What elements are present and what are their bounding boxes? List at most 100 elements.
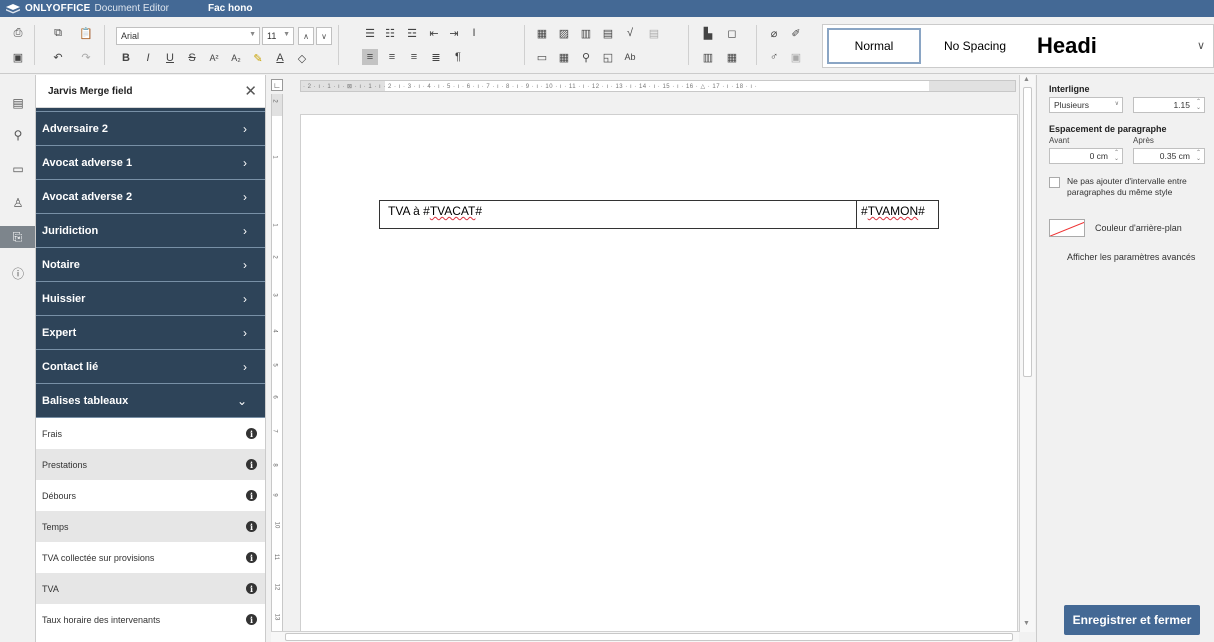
spacing-after-input[interactable]: 0.35 cm ⌃ ⌄	[1133, 148, 1205, 164]
scroll-up-icon[interactable]: ▲	[1023, 76, 1030, 83]
chat-icon[interactable]: ♙	[10, 195, 26, 211]
style-heading[interactable]: Headi	[1029, 25, 1123, 67]
chevron-down-icon[interactable]: ∨	[1197, 39, 1205, 52]
search-icon[interactable]: ⚲	[10, 127, 26, 143]
numbered-list-icon[interactable]: ☷	[382, 25, 398, 41]
align-left-icon[interactable]: ≡	[362, 49, 378, 65]
spacing-before-input[interactable]: 0 cm ⌃ ⌄	[1049, 148, 1123, 164]
font-name-select[interactable]: Arial ▼	[116, 27, 260, 45]
info-icon[interactable]: i	[246, 490, 257, 501]
color-scheme-icon[interactable]: ♂	[766, 49, 782, 65]
list-item[interactable]: Frais i	[36, 418, 265, 449]
subscript-button[interactable]: A₂	[228, 50, 244, 66]
group-item[interactable]: Avocat adverse 2 ›	[36, 180, 265, 214]
comment-icon[interactable]: ◱	[600, 49, 616, 65]
group-item[interactable]: Contact lié ›	[36, 350, 265, 384]
table-cell[interactable]: TVA à #TVACAT#	[380, 201, 857, 228]
highlight-color-icon[interactable]: ✎	[250, 50, 266, 66]
equation-icon[interactable]: √	[622, 25, 638, 41]
plugin-icon[interactable]: ⎘	[0, 226, 35, 248]
group-item[interactable]: Juridiction ›	[36, 214, 265, 248]
line-spacing-mode-select[interactable]: Plusieurs ∨	[1049, 97, 1123, 113]
close-icon[interactable]: ✕	[244, 82, 257, 100]
group-item[interactable]: Huissier ›	[36, 282, 265, 316]
list-item[interactable]: Taux horaire des intervenants i	[36, 604, 265, 635]
increase-font-button[interactable]: ∧	[298, 27, 314, 45]
style-normal[interactable]: Normal	[827, 28, 921, 64]
comments-icon[interactable]: ▭	[10, 161, 26, 177]
text-art-icon[interactable]: Ab	[622, 49, 638, 65]
group-item[interactable]: Adversaire 2 ›	[36, 112, 265, 146]
align-right-icon[interactable]: ≡	[406, 49, 422, 65]
redo-icon[interactable]: ↷	[78, 49, 94, 65]
font-size-select[interactable]: 11 ▼	[262, 27, 294, 45]
font-color-icon[interactable]: A	[272, 50, 288, 66]
align-center-icon[interactable]: ≡	[384, 49, 400, 65]
group-item[interactable]: Notaire ›	[36, 248, 265, 282]
bold-button[interactable]: B	[118, 50, 134, 66]
hyperlink-icon[interactable]: ⚲	[578, 49, 594, 65]
info-icon[interactable]: i	[246, 583, 257, 594]
paste-icon[interactable]: 📋	[78, 25, 94, 41]
page-size-icon[interactable]: ◻	[724, 25, 740, 41]
copy-icon[interactable]: ⧉	[50, 25, 66, 41]
save-and-close-button[interactable]: Enregistrer et fermer	[1064, 605, 1200, 635]
bullet-list-icon[interactable]: ☰	[362, 25, 378, 41]
group-item-expanded[interactable]: Balises tableaux ⌄	[36, 384, 265, 418]
list-item[interactable]: Temps i	[36, 511, 265, 542]
info-icon[interactable]: i	[246, 459, 257, 470]
margins-icon[interactable]: ▦	[724, 49, 740, 65]
shading-icon[interactable]: ◇	[294, 50, 310, 66]
copy-style-icon[interactable]: ✐	[788, 25, 804, 41]
file-icon[interactable]: ▤	[10, 95, 26, 111]
header-footer-icon[interactable]: ▦	[556, 49, 572, 65]
textbox-icon[interactable]: ▤	[600, 25, 616, 41]
shape-icon[interactable]: ▤	[646, 25, 662, 41]
no-interval-checkbox[interactable]	[1049, 177, 1060, 188]
info-icon[interactable]: i	[246, 552, 257, 563]
save-icon[interactable]: ▣	[10, 49, 26, 65]
spinner-icon[interactable]: ⌃ ⌄	[1196, 150, 1201, 162]
document-table[interactable]: TVA à #TVACAT# #TVAMON#	[379, 200, 939, 229]
group-item[interactable]: Expert ›	[36, 316, 265, 350]
list-item[interactable]: TVA i	[36, 573, 265, 604]
decrease-indent-icon[interactable]: ⇤	[426, 25, 442, 41]
page-break-icon[interactable]: ▭	[534, 49, 550, 65]
horizontal-ruler[interactable]: · 2 · ı · 1 · ı · ⊠ · ı · 1 · ı · 2 · ı …	[300, 80, 1016, 92]
line-spacing-icon[interactable]: I	[466, 25, 482, 41]
info-icon[interactable]: i	[246, 614, 257, 625]
print-icon[interactable]: ⎙	[10, 25, 26, 41]
list-item[interactable]: Prestations i	[36, 449, 265, 480]
mail-merge-icon[interactable]: ▣	[788, 49, 804, 65]
superscript-button[interactable]: A²	[206, 50, 222, 66]
multilevel-list-icon[interactable]: ☲	[404, 25, 420, 41]
background-color-picker[interactable]	[1049, 219, 1085, 237]
italic-button[interactable]: I	[140, 50, 156, 66]
advanced-settings-link[interactable]: Afficher les paramètres avancés	[1067, 252, 1195, 262]
decrease-font-button[interactable]: ∨	[316, 27, 332, 45]
list-item[interactable]: TVA collectée sur provisions i	[36, 542, 265, 573]
document-title[interactable]: Fac hono	[208, 3, 252, 14]
underline-button[interactable]: U	[162, 50, 178, 66]
table-cell[interactable]: #TVAMON#	[857, 201, 938, 228]
table-icon[interactable]: ▦	[534, 25, 550, 41]
list-item[interactable]: Débours i	[36, 480, 265, 511]
horizontal-scrollbar[interactable]	[271, 631, 1019, 642]
clear-style-icon[interactable]: ⌀	[766, 25, 782, 41]
scrollbar-thumb[interactable]	[285, 633, 1013, 641]
document-page[interactable]: TVA à #TVACAT# #TVAMON#	[300, 114, 1018, 634]
about-icon[interactable]: ⓘ	[10, 265, 26, 281]
image-icon[interactable]: ▨	[556, 25, 572, 41]
scrollbar-thumb[interactable]	[1023, 87, 1032, 377]
vertical-scrollbar[interactable]: ▲ ▼	[1019, 75, 1035, 632]
style-no-spacing[interactable]: No Spacing	[927, 25, 1023, 67]
info-icon[interactable]: i	[246, 521, 257, 532]
scroll-down-icon[interactable]: ▼	[1023, 620, 1030, 627]
page-orientation-icon[interactable]: ▙	[700, 25, 716, 41]
group-item[interactable]: Avocat adverse 1 ›	[36, 146, 265, 180]
info-icon[interactable]: i	[246, 428, 257, 439]
tab-stop-selector[interactable]: ∟	[271, 79, 283, 91]
spinner-icon[interactable]: ⌃ ⌄	[1196, 99, 1201, 111]
columns-icon[interactable]: ▥	[700, 49, 716, 65]
spinner-icon[interactable]: ⌃ ⌄	[1114, 150, 1119, 162]
